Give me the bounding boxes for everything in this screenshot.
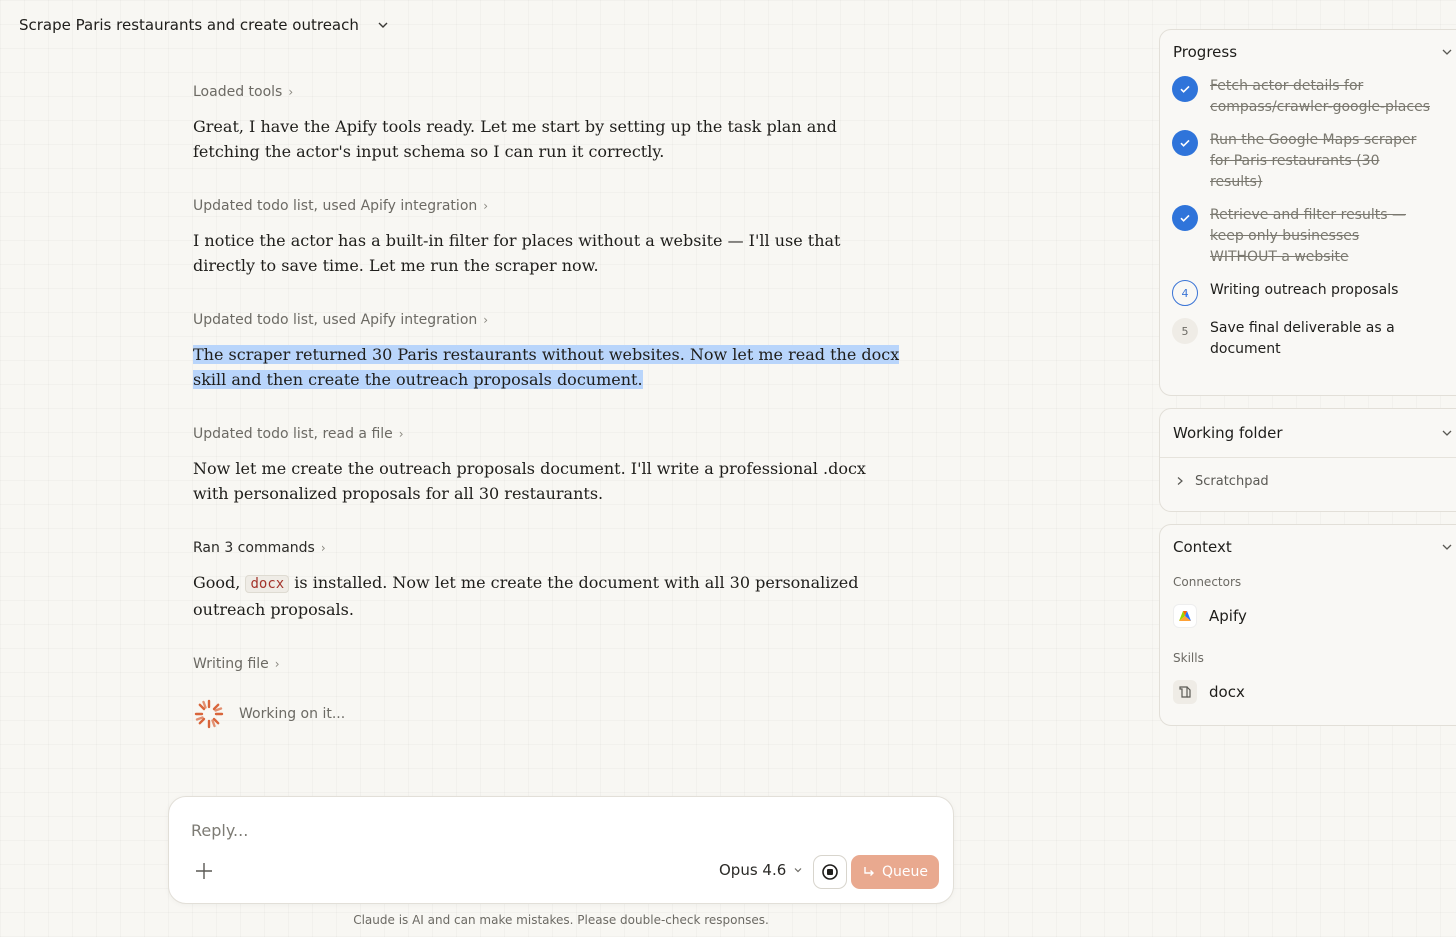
connectors-label: Connectors bbox=[1173, 575, 1242, 589]
stop-icon bbox=[822, 864, 838, 880]
progress-panel: Progress Fetch actor details for compass… bbox=[1159, 29, 1456, 396]
assistant-message: I notice the actor has a built-in filter… bbox=[193, 231, 841, 275]
progress-item: 5 Save final deliverable as a document bbox=[1160, 318, 1456, 360]
progress-item-text: Writing outreach proposals bbox=[1210, 282, 1399, 298]
chat-transcript: Loaded tools › Great, I have the Apify t… bbox=[193, 40, 905, 730]
chevron-right-icon: › bbox=[398, 427, 404, 441]
check-circle-icon bbox=[1172, 130, 1198, 156]
model-selector[interactable]: Opus 4.6 bbox=[719, 861, 804, 879]
progress-item-text: Save final deliverable as a document bbox=[1210, 320, 1395, 357]
progress-item: Fetch actor details for compass/crawler-… bbox=[1160, 76, 1456, 118]
step-label: Updated todo list, read a file bbox=[193, 426, 393, 442]
message-text: Good, bbox=[193, 573, 241, 592]
step-todo-apify-2[interactable]: Updated todo list, used Apify integratio… bbox=[193, 310, 905, 330]
working-indicator: Working on it... bbox=[193, 698, 905, 730]
progress-item: Retrieve and filter results — keep only … bbox=[1160, 205, 1456, 268]
connector-apify[interactable]: Apify bbox=[1160, 601, 1456, 631]
step-loaded-tools[interactable]: Loaded tools › bbox=[193, 82, 905, 102]
reply-composer: Reply... Opus 4.6 Queue bbox=[168, 796, 954, 904]
inline-code: docx bbox=[245, 575, 290, 593]
spinner-icon bbox=[194, 699, 224, 729]
step-todo-read-file[interactable]: Updated todo list, read a file › bbox=[193, 424, 905, 444]
step-label: Loaded tools bbox=[193, 84, 283, 100]
skill-docx[interactable]: docx bbox=[1160, 677, 1456, 707]
step-label: Updated todo list, used Apify integratio… bbox=[193, 312, 478, 328]
chevron-right-icon: › bbox=[320, 541, 326, 555]
conversation-title[interactable]: Scrape Paris restaurants and create outr… bbox=[19, 16, 359, 34]
chevron-right-icon: › bbox=[483, 199, 489, 213]
queue-button[interactable]: Queue bbox=[851, 855, 939, 889]
disclaimer: Claude is AI and can make mistakes. Plea… bbox=[353, 913, 769, 927]
skills-label: Skills bbox=[1173, 651, 1204, 665]
working-text: Working on it... bbox=[239, 706, 346, 722]
progress-item-text: Retrieve and filter results — keep only … bbox=[1210, 207, 1406, 265]
step-ran-commands[interactable]: Ran 3 commands › bbox=[193, 538, 905, 558]
selected-text: The scraper returned 30 Paris restaurant… bbox=[193, 345, 900, 389]
step-number-badge: 5 bbox=[1172, 318, 1198, 344]
chevron-right-icon: › bbox=[483, 313, 489, 327]
queue-label: Queue bbox=[882, 864, 928, 880]
step-label: Writing file bbox=[193, 656, 269, 672]
assistant-message: Now let me create the outreach proposals… bbox=[193, 459, 866, 503]
message-text: is installed. Now let me create the docu… bbox=[193, 573, 859, 619]
skill-name: docx bbox=[1209, 683, 1245, 701]
step-writing-file[interactable]: Writing file › bbox=[193, 654, 905, 674]
chevron-right-icon: › bbox=[274, 657, 280, 671]
step-label: Ran 3 commands bbox=[193, 540, 315, 556]
apify-logo-icon bbox=[1173, 604, 1197, 628]
stop-button[interactable] bbox=[813, 855, 847, 889]
context-header[interactable]: Context bbox=[1160, 525, 1456, 569]
folder-item-scratchpad[interactable]: Scratchpad bbox=[1160, 458, 1456, 504]
step-label: Updated todo list, used Apify integratio… bbox=[193, 198, 478, 214]
document-skill-icon bbox=[1173, 680, 1197, 704]
panel-title: Working folder bbox=[1173, 424, 1283, 442]
context-panel: Context Connectors Apify Skills docx bbox=[1159, 524, 1456, 726]
working-folder-header[interactable]: Working folder bbox=[1160, 409, 1456, 457]
check-circle-icon bbox=[1172, 76, 1198, 102]
progress-item-text: Run the Google Maps scraper for Paris re… bbox=[1210, 132, 1417, 190]
plus-icon[interactable] bbox=[193, 860, 215, 882]
chevron-down-icon[interactable] bbox=[375, 17, 391, 33]
model-name: Opus 4.6 bbox=[719, 861, 787, 879]
step-todo-apify-1[interactable]: Updated todo list, used Apify integratio… bbox=[193, 196, 905, 216]
conversation-header: Scrape Paris restaurants and create outr… bbox=[19, 14, 391, 36]
chevron-right-icon bbox=[1177, 477, 1183, 485]
assistant-message-selected: The scraper returned 30 Paris restaurant… bbox=[193, 342, 905, 392]
progress-header[interactable]: Progress bbox=[1160, 30, 1456, 74]
progress-item: Run the Google Maps scraper for Paris re… bbox=[1160, 130, 1456, 193]
panel-title: Context bbox=[1173, 538, 1232, 556]
chevron-down-icon[interactable] bbox=[1440, 45, 1454, 59]
progress-item-text: Fetch actor details for compass/crawler-… bbox=[1210, 78, 1430, 115]
connector-name: Apify bbox=[1209, 607, 1247, 625]
chevron-down-icon bbox=[794, 868, 802, 873]
panel-title: Progress bbox=[1173, 43, 1238, 61]
chevron-down-icon[interactable] bbox=[1440, 540, 1454, 554]
chevron-down-icon[interactable] bbox=[1440, 426, 1454, 440]
check-circle-icon bbox=[1172, 205, 1198, 231]
assistant-message: Good, docx is installed. Now let me crea… bbox=[193, 570, 905, 622]
step-number-badge: 4 bbox=[1172, 280, 1198, 306]
reply-input[interactable]: Reply... bbox=[191, 821, 248, 840]
assistant-message: Great, I have the Apify tools ready. Let… bbox=[193, 117, 837, 161]
clipped-text bbox=[193, 40, 905, 52]
progress-item: 4 Writing outreach proposals bbox=[1160, 280, 1456, 306]
return-arrow-icon bbox=[864, 867, 874, 876]
working-folder-panel: Working folder Scratchpad bbox=[1159, 408, 1456, 512]
chevron-right-icon: › bbox=[288, 85, 294, 99]
folder-label: Scratchpad bbox=[1195, 473, 1269, 489]
